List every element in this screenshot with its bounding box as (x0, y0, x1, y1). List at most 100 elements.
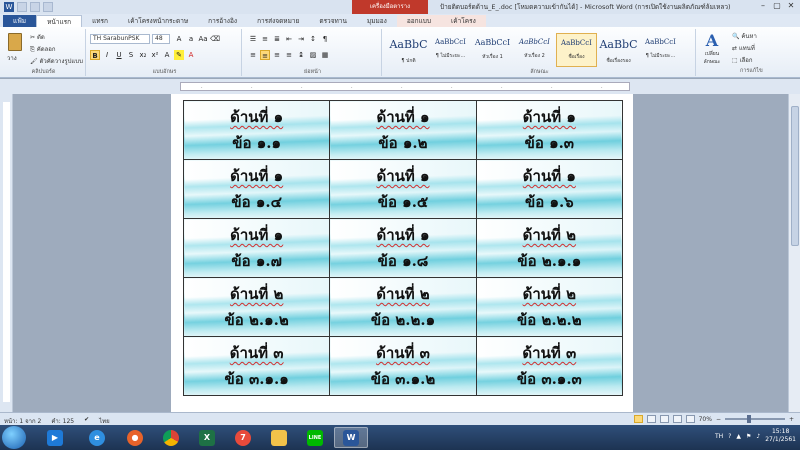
style-no-spacing[interactable]: AaBbCcI ¶ ไม่มีระยะ... (430, 33, 471, 67)
zoom-out-icon[interactable]: − (716, 416, 721, 423)
zoom-slider[interactable] (724, 415, 785, 423)
align-right-icon[interactable]: ≡ (272, 50, 282, 60)
volume-icon[interactable]: ♪ (756, 433, 760, 440)
redo-icon[interactable] (43, 2, 53, 12)
superscript-icon[interactable]: x² (150, 50, 160, 60)
undo-icon[interactable] (30, 2, 40, 12)
zoom-level[interactable]: 70% (699, 416, 712, 423)
underline-icon[interactable]: U (114, 50, 124, 60)
zoom-slider-knob[interactable] (746, 415, 751, 423)
align-left-icon[interactable]: ≡ (248, 50, 258, 60)
taskbar-app-firefox[interactable]: ● (118, 427, 152, 448)
table-cell[interactable]: ด้านที่ ๑ข้อ ๑.๘ (329, 218, 477, 278)
save-icon[interactable] (17, 2, 27, 12)
minimize-icon[interactable]: – (756, 0, 770, 12)
table-cell[interactable]: ด้านที่ ๒ข้อ ๒.๑.๒ (182, 277, 331, 337)
web-layout-view-icon[interactable] (659, 415, 669, 423)
tab-home[interactable]: หน้าแรก (36, 15, 83, 27)
taskbar-app-media[interactable]: ▶ (38, 427, 72, 448)
vertical-scrollbar[interactable] (788, 94, 800, 412)
taskbar-app-ie[interactable]: e (80, 427, 114, 448)
clock[interactable]: 15:18 27/1/2561 (765, 428, 796, 444)
paste-button[interactable]: วาง (7, 53, 17, 63)
tab-layout[interactable]: เค้าโครง (441, 15, 486, 27)
document-page[interactable]: ด้านที่ ๑ข้อ ๑.๑ ด้านที่ ๑ข้อ ๑.๒ ด้านที… (171, 94, 633, 412)
vertical-ruler[interactable] (0, 94, 13, 412)
tab-view[interactable]: มุมมอง (357, 15, 397, 27)
taskbar-app-photo[interactable]: 7 (226, 427, 260, 448)
table-cell[interactable]: ด้านที่ ๓ข้อ ๓.๑.๓ (475, 336, 624, 396)
taskbar-app-word[interactable]: W (334, 427, 368, 448)
subscript-icon[interactable]: x₂ (138, 50, 148, 60)
tab-page-layout[interactable]: เค้าโครงหน้ากระดาษ (118, 15, 198, 27)
decrease-indent-icon[interactable]: ⇤ (284, 34, 294, 44)
sort-icon[interactable]: ↕ (308, 34, 318, 44)
shrink-font-icon[interactable]: a (186, 34, 196, 44)
increase-indent-icon[interactable]: ⇥ (296, 34, 306, 44)
table-cell[interactable]: ด้านที่ ๓ข้อ ๓.๑.๒ (329, 336, 477, 396)
flag-icon[interactable]: ⚑ (746, 433, 751, 440)
style-title[interactable]: AaBbCcI ชื่อเรื่อง (556, 33, 597, 67)
replace-button[interactable]: ⇄ แทนที่ (732, 43, 755, 53)
paste-icon[interactable] (8, 33, 22, 51)
copy-button[interactable]: ⎘ คัดลอก (30, 44, 56, 54)
justify-icon[interactable]: ≡ (284, 50, 294, 60)
help-icon[interactable]: ? (728, 433, 731, 440)
find-button[interactable]: 🔍 ค้นหา (732, 31, 757, 41)
font-color-icon[interactable]: A (186, 50, 196, 60)
font-name-select[interactable]: TH SarabunPSK (90, 34, 150, 44)
select-button[interactable]: ⬚ เลือก (732, 55, 753, 65)
taskbar-app-chrome[interactable] (154, 427, 188, 448)
tab-file[interactable]: แฟ้ม (3, 15, 37, 27)
close-icon[interactable]: ✕ (784, 0, 798, 12)
line-spacing-icon[interactable]: ↨ (296, 50, 306, 60)
table-cell[interactable]: ด้านที่ ๒ข้อ ๒.๒.๒ (475, 277, 624, 337)
draft-view-icon[interactable] (685, 415, 695, 423)
style-heading-1[interactable]: AaBbCcI หัวเรื่อง 1 (472, 33, 513, 67)
scrollbar-thumb[interactable] (791, 106, 799, 246)
change-styles-button[interactable]: A เปลี่ยนลักษณะ (702, 31, 722, 66)
table-cell[interactable]: ด้านที่ ๑ข้อ ๑.๓ (475, 100, 624, 160)
tab-references[interactable]: การอ้างอิง (198, 15, 247, 27)
outline-view-icon[interactable] (672, 415, 682, 423)
italic-icon[interactable]: I (102, 50, 112, 60)
word-app-icon[interactable]: W (4, 2, 14, 12)
numbering-icon[interactable]: ≡ (260, 34, 270, 44)
grow-font-icon[interactable]: A (174, 34, 184, 44)
print-layout-view-icon[interactable] (633, 415, 643, 423)
table-cell[interactable]: ด้านที่ ๑ข้อ ๑.๔ (182, 159, 331, 219)
table-cell[interactable]: ด้านที่ ๑ข้อ ๑.๖ (475, 159, 624, 219)
style-subtitle[interactable]: AaBbC ชื่อเรื่องรอง (598, 33, 639, 67)
table-cell[interactable]: ด้านที่ ๓ข้อ ๓.๑.๑ (182, 336, 331, 396)
table-cell[interactable]: ด้านที่ ๒ข้อ ๒.๒.๑ (329, 277, 477, 337)
taskbar-app-excel[interactable]: X (190, 427, 224, 448)
style-no-spacing-2[interactable]: AaBbCcI ¶ ไม่มีระยะ... (640, 33, 681, 67)
clear-format-icon[interactable]: ⌫ (210, 34, 220, 44)
full-screen-view-icon[interactable] (646, 415, 656, 423)
style-heading-2[interactable]: AaBbCcI หัวเรื่อง 2 (514, 33, 555, 67)
style-normal[interactable]: AaBbC ¶ ปกติ (388, 33, 429, 67)
text-effects-icon[interactable]: A (162, 50, 172, 60)
tab-design[interactable]: ออกแบบ (396, 15, 442, 27)
cut-button[interactable]: ✂ ตัด (30, 32, 45, 42)
multilevel-list-icon[interactable]: ≣ (272, 34, 282, 44)
change-case-icon[interactable]: Aa (198, 34, 208, 44)
input-language[interactable]: TH (715, 433, 723, 440)
strikethrough-icon[interactable]: S (126, 50, 136, 60)
borders-icon[interactable]: ▦ (320, 50, 330, 60)
bold-icon[interactable]: B (90, 50, 100, 60)
maximize-icon[interactable]: ▢ (770, 0, 784, 12)
taskbar-app-line[interactable]: LINE (298, 427, 332, 448)
align-center-icon[interactable]: ≡ (260, 50, 270, 60)
horizontal-ruler[interactable]: · · · · · · · · · (0, 79, 800, 94)
table-cell[interactable]: ด้านที่ ๑ข้อ ๑.๗ (182, 218, 331, 278)
table-cell[interactable]: ด้านที่ ๑ข้อ ๑.๕ (329, 159, 477, 219)
taskbar-app-explorer[interactable] (262, 427, 296, 448)
tab-insert[interactable]: แทรก (82, 15, 118, 27)
tab-review[interactable]: ตรวจทาน (309, 15, 357, 27)
tab-mailings[interactable]: การส่งจดหมาย (247, 15, 309, 27)
start-button[interactable] (2, 426, 26, 449)
font-size-select[interactable]: 48 (152, 34, 170, 44)
table-cell[interactable]: ด้านที่ ๒ข้อ ๒.๑.๑ (475, 218, 624, 278)
table-cell[interactable]: ด้านที่ ๑ข้อ ๑.๒ (329, 100, 477, 160)
